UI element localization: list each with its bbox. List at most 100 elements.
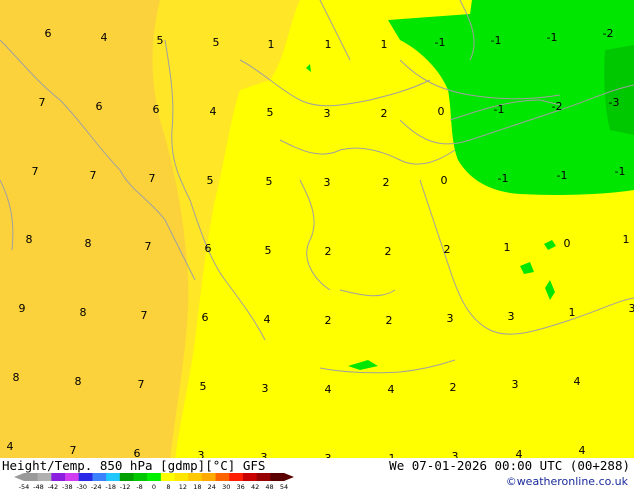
colorbar-swatch [188, 473, 203, 481]
temperature-label: -1 [547, 31, 558, 44]
temperature-label: 4 [101, 31, 108, 44]
temperature-label: 8 [26, 233, 33, 246]
temperature-label: 8 [80, 306, 87, 319]
temperature-label: 2 [381, 107, 388, 120]
temperature-label: 2 [444, 243, 451, 256]
colorbar-tick-label: -18 [105, 483, 116, 490]
temperature-label: -2 [552, 100, 563, 113]
temperature-label: -1 [498, 172, 509, 185]
temperature-label: 5 [200, 380, 207, 393]
temperature-label: 7 [90, 169, 97, 182]
temperature-label: 4 [210, 105, 217, 118]
temperature-label: 2 [385, 245, 392, 258]
colorbar-tick-label: 12 [179, 483, 187, 490]
temperature-label: 6 [45, 27, 52, 40]
colorbar-swatch [133, 473, 148, 481]
colorbar-tick-label: -24 [91, 483, 102, 490]
colorbar-tick-label: 36 [237, 483, 245, 490]
colorbar-swatch [119, 473, 134, 481]
colorbar-tick-label: -42 [48, 483, 59, 490]
credit-link[interactable]: ©weatheronline.co.uk [506, 475, 628, 488]
colorbar-tick-label: 8 [166, 483, 170, 490]
temperature-label: 8 [75, 375, 82, 388]
colorbar-tick-label: -48 [33, 483, 44, 490]
map-title: Height/Temp. 850 hPa [gdmp][°C] GFS [2, 458, 266, 473]
temperature-label: 1 [623, 233, 630, 246]
colorbar-tick-label: -8 [136, 483, 142, 490]
temperature-label: -1 [557, 169, 568, 182]
weather-map: 6 4 5 5 1 1 1 -1 -1 -1 -2 7 6 6 4 5 3 2 0 -1 -2 -3 7 7 7 5 5 3 2 0 -1 -… [0, 0, 634, 490]
temperature-label: 8 [13, 371, 20, 384]
temperature-label: 7 [145, 240, 152, 253]
colorbar-swatch [174, 473, 189, 481]
colorbar-swatch [270, 473, 285, 481]
temperature-label: 2 [450, 381, 457, 394]
temperature-label: 6 [96, 100, 103, 113]
temperature-label: -3 [609, 96, 620, 109]
colorbar-swatch [201, 473, 217, 481]
temperature-label: 3 [262, 382, 269, 395]
temperature-label: 3 [447, 312, 454, 325]
colorbar-tick-label: 30 [222, 483, 230, 490]
temperature-label: 5 [267, 106, 274, 119]
temperature-label: 0 [438, 105, 445, 118]
colorbar-swatch [229, 473, 244, 481]
temperature-label: -1 [435, 36, 446, 49]
colorbar-swatch [37, 473, 52, 481]
temperature-label: -1 [494, 103, 505, 116]
temperature-label: 0 [441, 174, 448, 187]
temperature-label: 3 [629, 302, 634, 315]
temperature-label: 4 [7, 440, 14, 453]
temperature-label: 4 [264, 313, 271, 326]
temperature-label: 4 [388, 383, 395, 396]
map-footer: Height/Temp. 850 hPa [gdmp][°C] GFS We 0… [0, 458, 634, 490]
colorbar-swatch [106, 473, 121, 481]
temperature-label: 2 [383, 176, 390, 189]
temperature-label: 9 [19, 302, 26, 315]
temperature-label: 1 [569, 306, 576, 319]
temperature-label: 4 [325, 383, 332, 396]
colorbar-arrow-right [284, 473, 294, 481]
colorbar-tick-label: 48 [265, 483, 273, 490]
colorbar-swatch [24, 473, 39, 481]
temperature-label: 1 [268, 38, 275, 51]
colorbar-tick-label: 18 [193, 483, 201, 490]
colorbar-swatch [147, 473, 162, 481]
temperature-label: 8 [85, 237, 92, 250]
temperature-label: 2 [325, 245, 332, 258]
temperature-label: 7 [138, 378, 145, 391]
forecast-datetime: We 07-01-2026 00:00 UTC (00+288) [389, 458, 630, 473]
temperature-label: 7 [70, 444, 77, 457]
temperature-label: 6 [205, 242, 212, 255]
temperature-label: 6 [202, 311, 209, 324]
colorbar-tick-label: -12 [120, 483, 131, 490]
colorbar-swatch [65, 473, 80, 481]
temp-field-colder-zone [604, 45, 634, 135]
temperature-label: 4 [574, 375, 581, 388]
temperature-label: 0 [564, 237, 571, 250]
temperature-label: 1 [325, 38, 332, 51]
temperature-label: 2 [386, 314, 393, 327]
colorbar-swatch [256, 473, 271, 481]
temperature-label: 1 [381, 38, 388, 51]
temperature-label: 3 [508, 310, 515, 323]
colorbar-swatch [92, 473, 107, 481]
colorbar-tick-label: -54 [19, 483, 30, 490]
colorbar-tick-label: 0 [152, 483, 156, 490]
temperature-label: 5 [207, 174, 214, 187]
colorbar-swatch [242, 473, 258, 481]
temperature-label: 5 [265, 244, 272, 257]
colorbar-arrow-left [14, 473, 24, 481]
temperature-label: -2 [603, 27, 614, 40]
colorbar-swatch [78, 473, 93, 481]
temperature-label: 5 [266, 175, 273, 188]
temperature-colorbar: -54 -48 -42 -38 -30 -24 -18 -12 -8 0 8 12 18 24 30 36 42… [14, 473, 294, 490]
temperature-label: 5 [157, 34, 164, 47]
temperature-label: 7 [39, 96, 46, 109]
colorbar-swatch [215, 473, 230, 481]
temperature-label: 7 [141, 309, 148, 322]
temperature-label: 3 [324, 107, 331, 120]
temperature-label: -1 [615, 165, 626, 178]
temperature-label: 7 [32, 165, 39, 178]
temperature-label: 4 [579, 444, 586, 457]
